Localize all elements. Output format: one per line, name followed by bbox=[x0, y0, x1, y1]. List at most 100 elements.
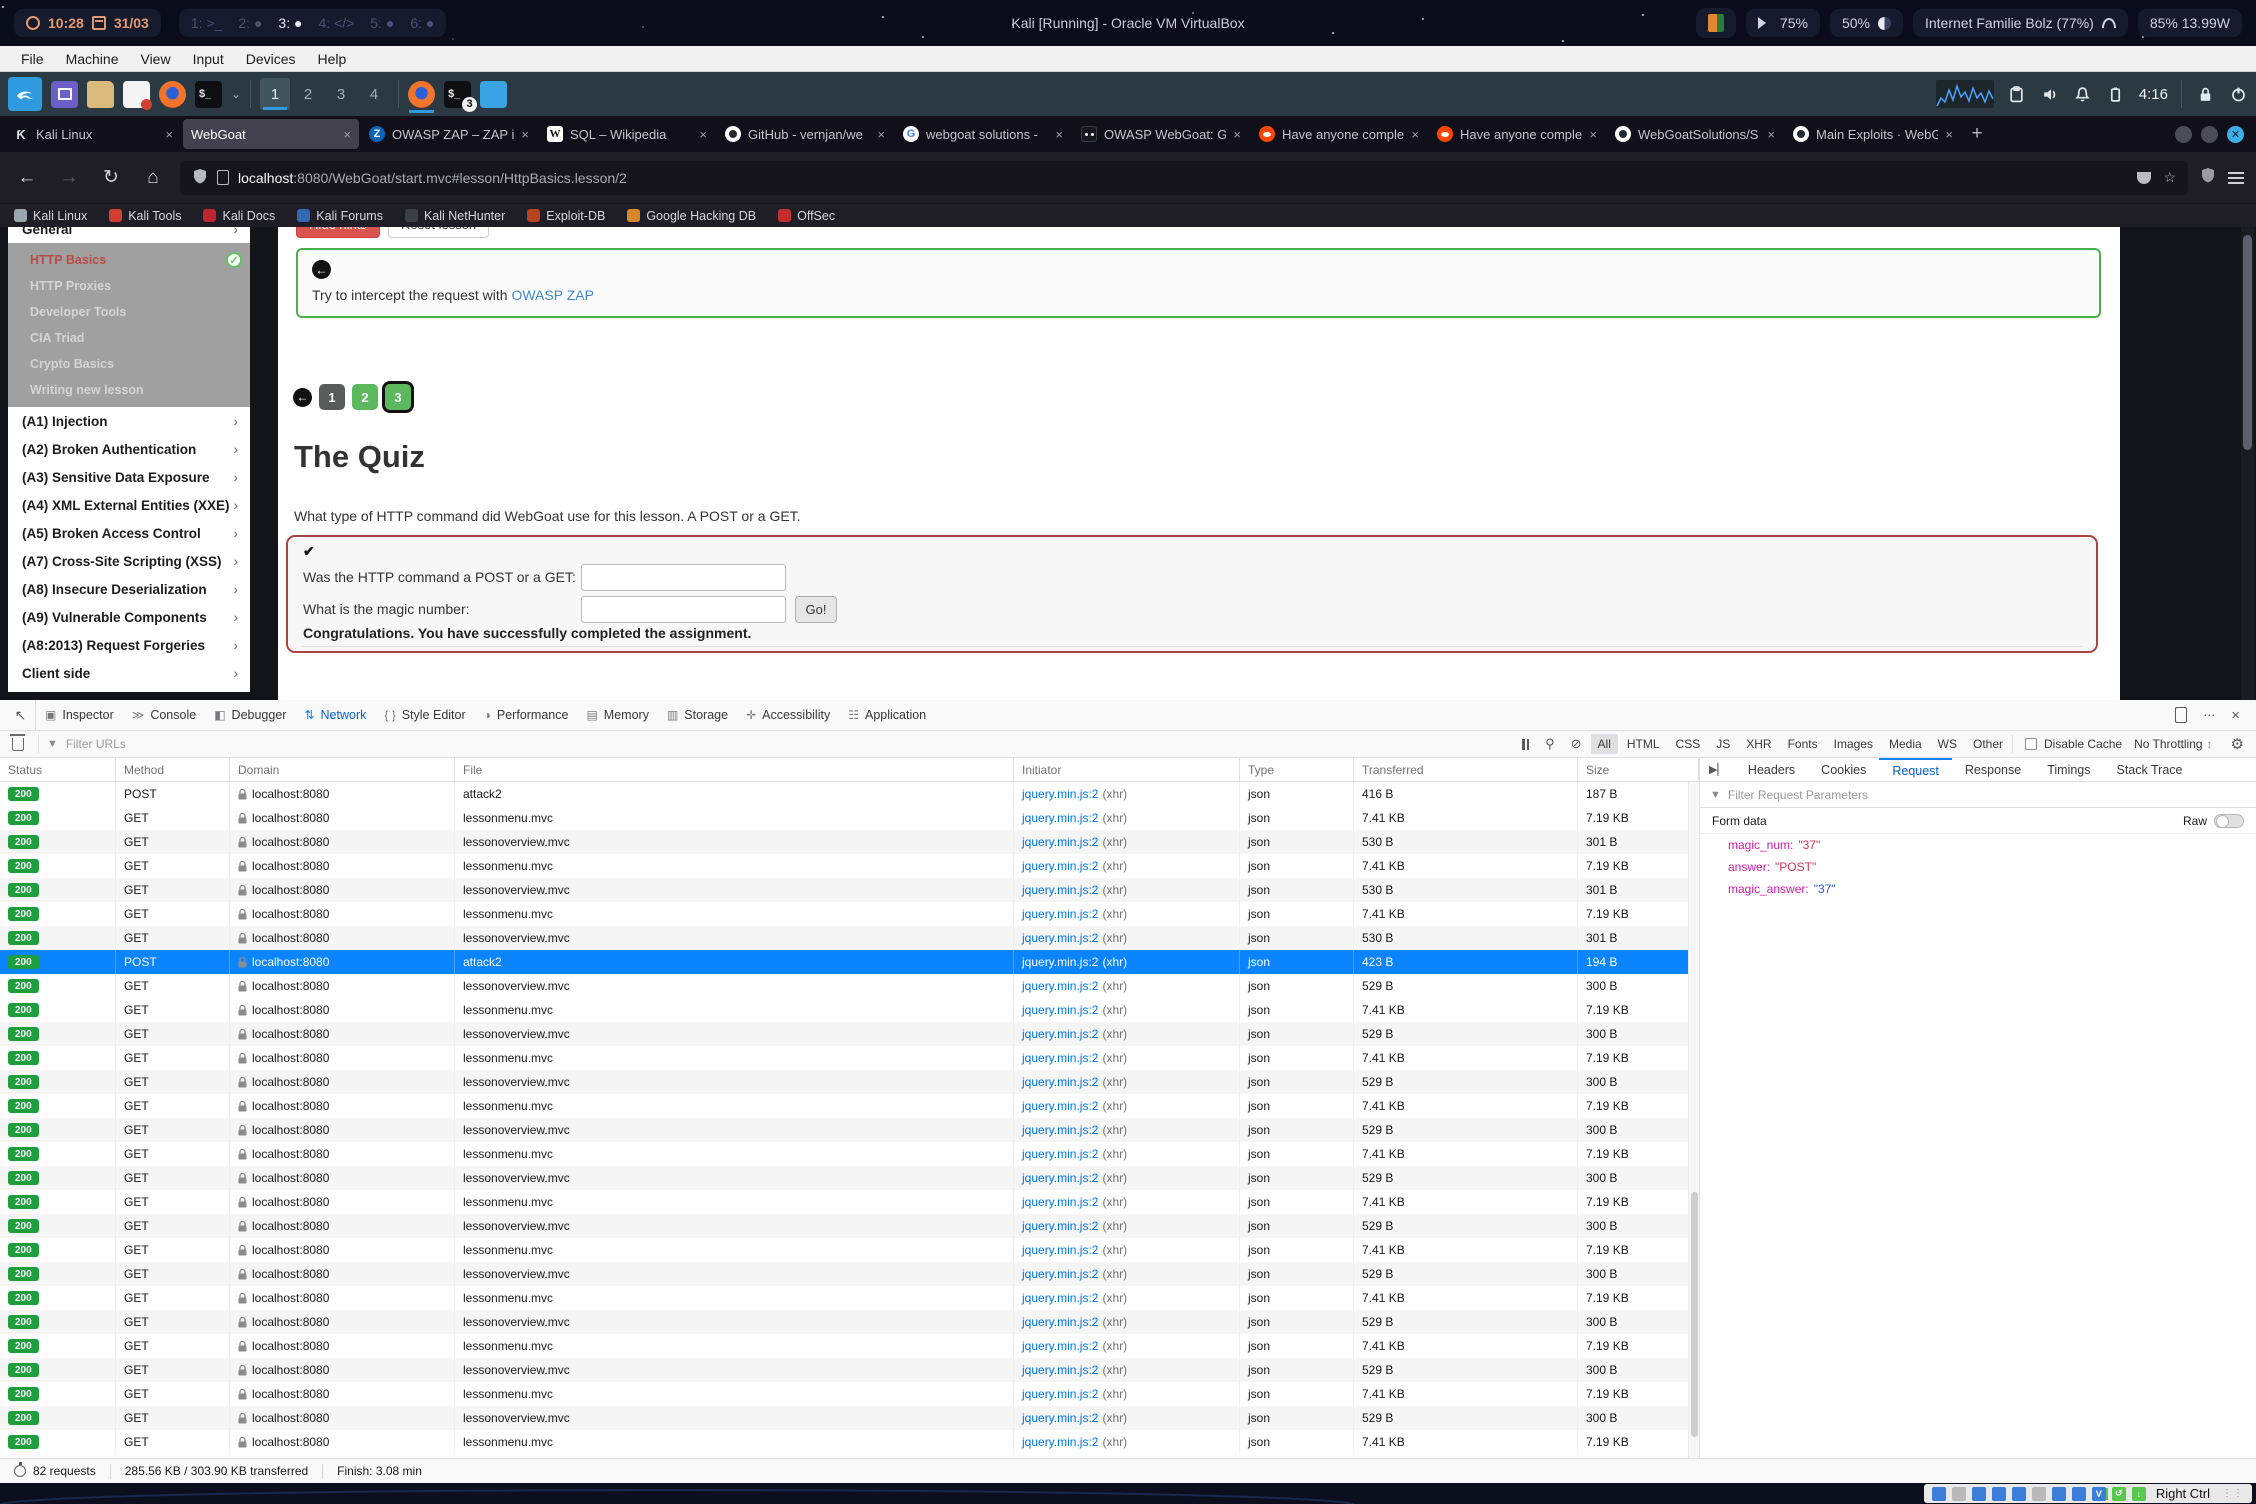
network-request-row[interactable]: 200 GET localhost:8080 lessonmenu.mvc jq… bbox=[0, 998, 1699, 1022]
tab-webgoat-solutions[interactable]: Gwebgoat solutions -× bbox=[895, 119, 1071, 149]
filter-chip-all[interactable]: All bbox=[1591, 734, 1618, 754]
close-devtools-icon[interactable]: × bbox=[2231, 707, 2240, 724]
page-button-3[interactable]: 3 bbox=[385, 384, 411, 410]
bookmark-kali-nethunter[interactable]: Kali NetHunter bbox=[405, 209, 505, 223]
disable-cache-checkbox[interactable] bbox=[2025, 738, 2037, 750]
network-request-row[interactable]: 200 GET localhost:8080 lessonmenu.mvc jq… bbox=[0, 806, 1699, 830]
previous-page-icon[interactable]: ← bbox=[293, 388, 312, 407]
tab-have-anyone-comple[interactable]: Have anyone comple× bbox=[1429, 119, 1605, 149]
battery-icon[interactable] bbox=[2106, 84, 2126, 104]
filter-chip-ws[interactable]: WS bbox=[1931, 734, 1964, 754]
hdd-icon[interactable] bbox=[1932, 1487, 1946, 1501]
tab-webgoat[interactable]: WebGoat× bbox=[183, 119, 359, 149]
network-request-row[interactable]: 200 GET localhost:8080 lessonmenu.mvc jq… bbox=[0, 1286, 1699, 1310]
menu-machine[interactable]: Machine bbox=[55, 51, 130, 67]
virtualbox-tray-icon[interactable] bbox=[1696, 8, 1736, 38]
terminal-launcher-icon[interactable]: $_ bbox=[195, 81, 222, 108]
network-request-row[interactable]: 200 GET localhost:8080 lessonoverview.mv… bbox=[0, 1166, 1699, 1190]
network-request-row[interactable]: 200 GET localhost:8080 lessonmenu.mvc jq… bbox=[0, 1382, 1699, 1406]
page-scrollbar[interactable] bbox=[2241, 227, 2254, 700]
initiator-link[interactable]: jquery.min.js:2 bbox=[1022, 1003, 1098, 1017]
devtools-tab-application[interactable]: ☷Application bbox=[839, 700, 935, 730]
folder-icon[interactable] bbox=[2032, 1487, 2046, 1501]
save-to-pocket-icon[interactable] bbox=[2137, 172, 2151, 184]
file-manager-icon[interactable] bbox=[87, 81, 114, 108]
workspace-1[interactable]: 1 bbox=[260, 78, 290, 110]
taskbar-clock[interactable]: 4:16 bbox=[2139, 86, 2168, 103]
bookmark-google-hacking-db[interactable]: Google Hacking DB bbox=[627, 209, 756, 223]
network-request-row[interactable]: 200 GET localhost:8080 lessonmenu.mvc jq… bbox=[0, 1142, 1699, 1166]
sidebar-item-http-proxies[interactable]: HTTP Proxies bbox=[8, 273, 250, 299]
initiator-link[interactable]: jquery.min.js:2 bbox=[1022, 1363, 1098, 1377]
bookmark-star-icon[interactable]: ☆ bbox=[2163, 169, 2176, 186]
page-button-1[interactable]: 1 bbox=[319, 384, 345, 410]
previous-hint-icon[interactable]: ← bbox=[312, 260, 331, 279]
network-request-row[interactable]: 200 GET localhost:8080 lessonoverview.mv… bbox=[0, 878, 1699, 902]
initiator-link[interactable]: jquery.min.js:2 bbox=[1022, 883, 1098, 897]
logout-icon[interactable] bbox=[2228, 84, 2248, 104]
network-request-row[interactable]: 200 GET localhost:8080 lessonmenu.mvc jq… bbox=[0, 1094, 1699, 1118]
network-request-row[interactable]: 200 POST localhost:8080 attack2 jquery.m… bbox=[0, 950, 1699, 974]
close-tab-icon[interactable]: × bbox=[1233, 127, 1241, 142]
filter-urls-input[interactable] bbox=[66, 737, 306, 751]
host-brightness[interactable]: 50% bbox=[1830, 9, 1903, 37]
workspace-4[interactable]: 4 bbox=[359, 78, 389, 110]
post-or-get-input[interactable] bbox=[581, 564, 786, 591]
request-list-scrollbar[interactable] bbox=[1688, 782, 1699, 1458]
tab-owasp-zap-zap-i[interactable]: ZOWASP ZAP – ZAP i× bbox=[361, 119, 537, 149]
responsive-design-icon[interactable] bbox=[2175, 707, 2187, 723]
initiator-link[interactable]: jquery.min.js:2 bbox=[1022, 835, 1098, 849]
column-header-file[interactable]: File bbox=[455, 758, 1014, 782]
stopwatch-icon[interactable] bbox=[14, 1465, 26, 1477]
notifications-icon[interactable] bbox=[2073, 84, 2093, 104]
network-request-row[interactable]: 200 GET localhost:8080 lessonoverview.mv… bbox=[0, 1118, 1699, 1142]
vbox-icon[interactable]: V bbox=[2092, 1487, 2106, 1501]
meatball-menu-icon[interactable]: ⋯ bbox=[2203, 708, 2215, 722]
maximize-button[interactable] bbox=[2201, 126, 2218, 143]
optical-icon[interactable] bbox=[1952, 1487, 1966, 1501]
clear-requests-icon[interactable] bbox=[12, 738, 24, 751]
menu-help[interactable]: Help bbox=[307, 51, 358, 67]
files-running-icon[interactable] bbox=[480, 81, 507, 108]
network-request-row[interactable]: 200 GET localhost:8080 lessonmenu.mvc jq… bbox=[0, 1430, 1699, 1454]
network-request-row[interactable]: 200 GET localhost:8080 lessonoverview.mv… bbox=[0, 1406, 1699, 1430]
close-window-button[interactable]: ✕ bbox=[2227, 126, 2244, 143]
details-tab-timings[interactable]: Timings bbox=[2034, 758, 2103, 782]
network-icon[interactable] bbox=[1992, 1487, 2006, 1501]
chevron-down-icon[interactable]: ⌄ bbox=[231, 87, 241, 101]
windows-icon[interactable] bbox=[2072, 1487, 2086, 1501]
close-tab-icon[interactable]: × bbox=[1055, 127, 1063, 142]
firefox-launcher-icon[interactable] bbox=[159, 81, 186, 108]
pick-element-icon[interactable]: ↖ bbox=[6, 700, 36, 730]
host-workspace-3[interactable]: 3: ● bbox=[278, 15, 302, 31]
sidebar-item-writing-new-lesson[interactable]: Writing new lesson bbox=[8, 377, 250, 403]
column-header-initiator[interactable]: Initiator bbox=[1014, 758, 1240, 782]
scrollbar-thumb[interactable] bbox=[1691, 1192, 1698, 1437]
network-request-row[interactable]: 200 GET localhost:8080 lessonoverview.mv… bbox=[0, 1214, 1699, 1238]
menu-file[interactable]: File bbox=[10, 51, 55, 67]
initiator-link[interactable]: jquery.min.js:2 bbox=[1022, 859, 1098, 873]
sidebar-item-developer-tools[interactable]: Developer Tools bbox=[8, 299, 250, 325]
system-monitor-graph[interactable] bbox=[1936, 80, 1994, 108]
bookmark-kali-tools[interactable]: Kali Tools bbox=[109, 209, 181, 223]
pause-icon[interactable] bbox=[1515, 739, 1536, 750]
reload-button[interactable]: ↻ bbox=[96, 166, 126, 189]
details-tab-headers[interactable]: Headers bbox=[1735, 758, 1808, 782]
initiator-link[interactable]: jquery.min.js:2 bbox=[1022, 1051, 1098, 1065]
workspace-2[interactable]: 2 bbox=[293, 78, 323, 110]
filter-chip-fonts[interactable]: Fonts bbox=[1781, 734, 1825, 754]
host-workspace-1[interactable]: 1: >_ bbox=[191, 15, 223, 31]
home-button[interactable]: ⌂ bbox=[138, 167, 168, 189]
initiator-link[interactable]: jquery.min.js:2 bbox=[1022, 1291, 1098, 1305]
network-request-row[interactable]: 200 GET localhost:8080 lessonoverview.mv… bbox=[0, 974, 1699, 998]
tab-have-anyone-comple[interactable]: Have anyone comple× bbox=[1251, 119, 1427, 149]
lock-screen-icon[interactable] bbox=[2195, 84, 2215, 104]
details-tab-request[interactable]: Request bbox=[1879, 758, 1952, 782]
bookmark-kali-forums[interactable]: Kali Forums bbox=[297, 209, 383, 223]
sidebar-category-a1-injection[interactable]: (A1) Injection› bbox=[8, 407, 250, 435]
column-header-domain[interactable]: Domain bbox=[230, 758, 455, 782]
network-request-row[interactable]: 200 GET localhost:8080 lessonoverview.mv… bbox=[0, 1358, 1699, 1382]
host-battery[interactable]: 85% 13.99W bbox=[2138, 9, 2242, 37]
text-editor-icon[interactable] bbox=[123, 81, 150, 108]
url-bar[interactable]: localhost:8080/WebGoat/start.mvc#lesson/… bbox=[180, 161, 2188, 195]
